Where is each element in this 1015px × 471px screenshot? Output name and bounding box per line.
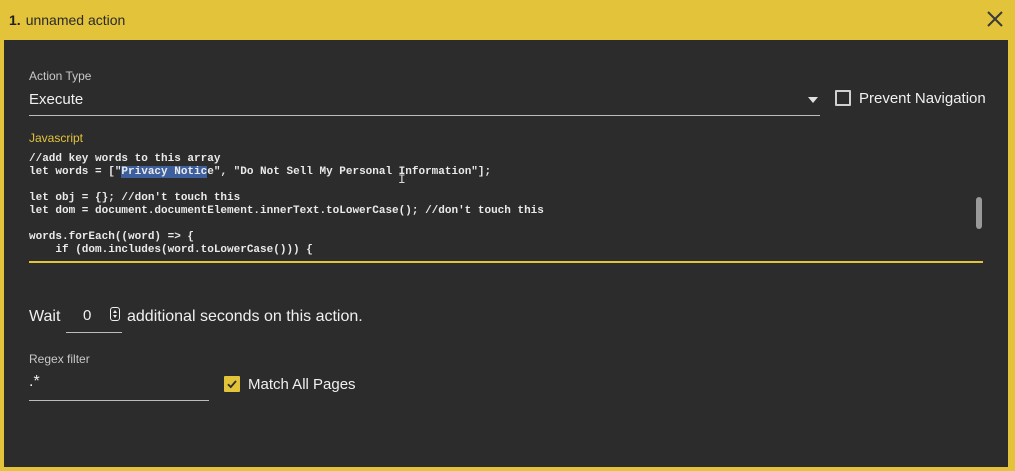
code-line: words.forEach((word) => { (29, 231, 195, 243)
editor-scrollbar[interactable] (976, 197, 982, 229)
code-text: let words = [" (29, 166, 122, 178)
action-title: unnamed action (25, 12, 126, 28)
close-icon (987, 11, 1003, 27)
action-dialog: 1. unnamed action Action Type Execute Pr… (0, 0, 1015, 471)
prevent-navigation-label[interactable]: Prevent Navigation (859, 90, 986, 107)
code-line: if (dom.includes(word.toLowerCase())) { (29, 244, 313, 256)
prevent-navigation-checkbox[interactable] (835, 90, 851, 106)
match-all-pages-label[interactable]: Match All Pages (248, 376, 356, 393)
wait-seconds-value: 0 (83, 307, 92, 324)
action-type-select[interactable]: Execute (29, 88, 820, 116)
match-all-pages-checkbox[interactable] (224, 376, 240, 392)
wait-suffix: additional seconds on this action. (127, 308, 363, 325)
code-line: let words = ["Privacy Notice", "Do Not S… (29, 166, 491, 179)
action-number: 1. (9, 12, 21, 28)
dialog-titlebar[interactable]: 1. unnamed action (0, 0, 1015, 40)
selected-text: Privacy Notic (121, 166, 208, 178)
dialog-body: Action Type Execute Prevent Navigation J… (4, 40, 1008, 467)
code-line: //add key words to this array (29, 153, 221, 165)
action-type-value: Execute (29, 91, 84, 108)
close-button[interactable] (985, 9, 1005, 29)
javascript-label: Javascript (29, 131, 84, 145)
javascript-editor[interactable]: //add key words to this array let words … (29, 152, 983, 263)
wait-prefix: Wait (29, 308, 61, 325)
number-spinner-icon[interactable] (110, 307, 120, 321)
code-text: e", "Do Not Sell My Personal Information… (207, 166, 492, 178)
code-line: let obj = {}; //don't touch this (29, 192, 241, 204)
regex-filter-input[interactable]: .* (29, 369, 209, 401)
wait-seconds-input[interactable]: 0 (66, 302, 122, 333)
action-type-label: Action Type (29, 69, 92, 83)
chevron-down-icon (808, 97, 818, 103)
text-cursor-icon: I (398, 172, 406, 187)
regex-filter-label: Regex filter (29, 352, 90, 366)
regex-filter-value: .* (29, 373, 40, 390)
check-icon (227, 380, 237, 389)
code-line: let dom = document.documentElement.inner… (29, 205, 544, 217)
